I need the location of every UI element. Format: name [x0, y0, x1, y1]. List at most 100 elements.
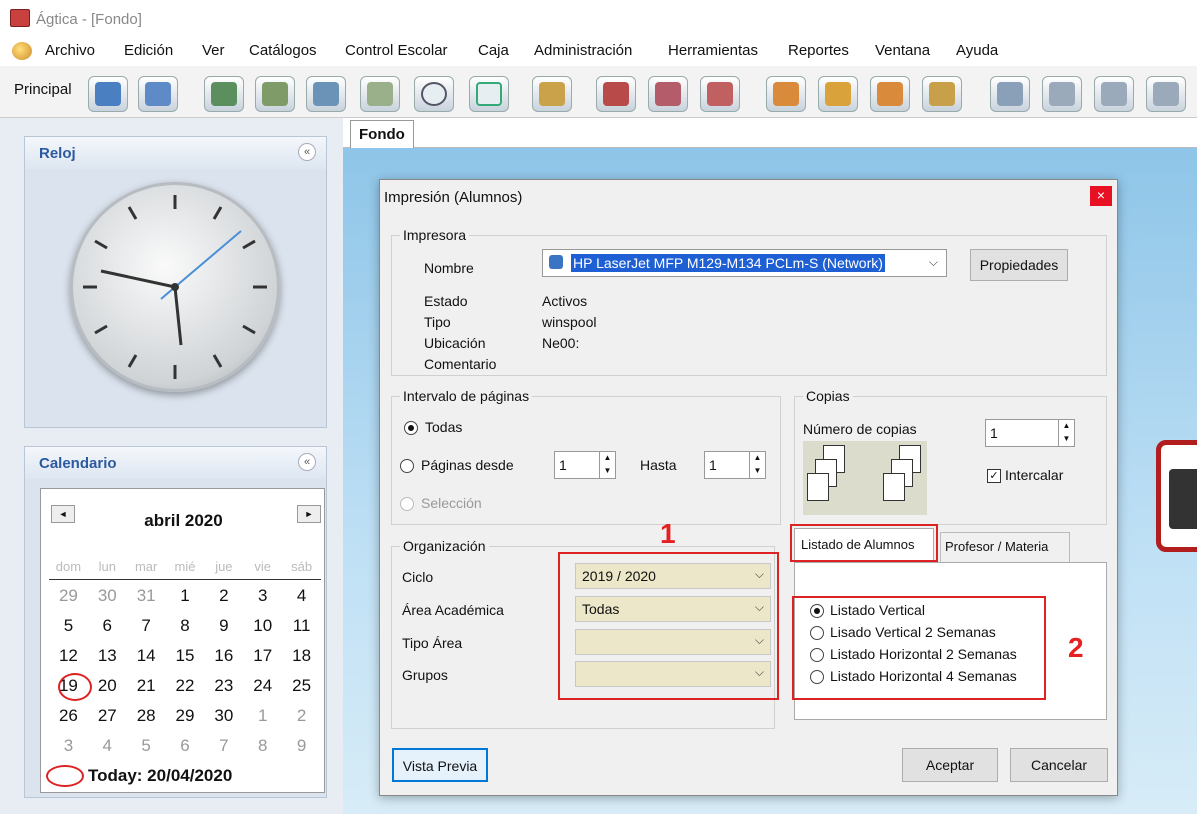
day-cell[interactable]: 9 [204, 616, 243, 646]
day-cell[interactable]: 29 [166, 706, 205, 736]
today-link[interactable]: Today: 20/04/2020 [88, 766, 232, 786]
day-cell[interactable]: 17 [243, 646, 282, 676]
menu-ventana[interactable]: Ventana [875, 42, 930, 59]
toolbar-button-9[interactable] [532, 76, 572, 112]
day-cell[interactable]: 9 [282, 736, 321, 766]
day-cell[interactable]: 3 [49, 736, 88, 766]
day-cell[interactable]: 12 [49, 646, 88, 676]
day-cell[interactable]: 16 [204, 646, 243, 676]
toolbar-button-7[interactable] [414, 76, 454, 112]
app-menu-icon[interactable] [12, 42, 32, 60]
toolbar-button-13[interactable] [766, 76, 806, 112]
toolbar-button-14[interactable] [818, 76, 858, 112]
menu-herramientas[interactable]: Herramientas [668, 42, 758, 59]
all-pages-radio[interactable] [404, 421, 418, 435]
collapse-calendar-button[interactable]: « [298, 453, 316, 471]
day-cell[interactable]: 21 [127, 676, 166, 706]
day-cell[interactable]: 24 [243, 676, 282, 706]
spin-up-icon[interactable]: ▲ [599, 452, 615, 465]
day-cell[interactable]: 7 [204, 736, 243, 766]
menu-ver[interactable]: Ver [202, 42, 225, 59]
collate-checkbox[interactable]: ✓ [987, 469, 1001, 483]
menu-reportes[interactable]: Reportes [788, 42, 849, 59]
toolbar-button-8[interactable] [469, 76, 509, 112]
menu-administracion[interactable]: Administración [534, 42, 632, 59]
toolbar-button-1[interactable] [88, 76, 128, 112]
tab-fondo[interactable]: Fondo [350, 120, 414, 148]
toolbar-button-19[interactable] [1094, 76, 1134, 112]
menu-edicion[interactable]: Edición [124, 42, 173, 59]
title-bar [0, 0, 1197, 38]
desktop-app-icon[interactable] [1156, 440, 1197, 552]
toolbar-button-20[interactable] [1146, 76, 1186, 112]
day-cell[interactable]: 26 [49, 706, 88, 736]
spin-down-icon[interactable]: ▼ [749, 465, 765, 478]
spin-up-icon[interactable]: ▲ [749, 452, 765, 465]
cancel-button[interactable]: Cancelar [1010, 748, 1108, 782]
menu-archivo[interactable]: Archivo [45, 42, 95, 59]
toolbar-button-17[interactable] [990, 76, 1030, 112]
day-cell[interactable]: 3 [243, 586, 282, 616]
day-cell[interactable]: 8 [166, 616, 205, 646]
day-cell[interactable]: 30 [204, 706, 243, 736]
printer-select[interactable]: HP LaserJet MFP M129-M134 PCLm-S (Networ… [542, 249, 947, 277]
menu-ayuda[interactable]: Ayuda [956, 42, 998, 59]
day-cell[interactable]: 30 [88, 586, 127, 616]
day-cell[interactable]: 13 [88, 646, 127, 676]
day-cell[interactable]: 2 [282, 706, 321, 736]
day-cell[interactable]: 6 [166, 736, 205, 766]
collapse-clock-button[interactable]: « [298, 143, 316, 161]
spin-up-icon[interactable]: ▲ [1058, 420, 1074, 433]
toolbar-button-6[interactable] [360, 76, 400, 112]
day-cell[interactable]: 14 [127, 646, 166, 676]
day-cell[interactable]: 31 [127, 586, 166, 616]
toolbar-button-11[interactable] [648, 76, 688, 112]
from-page-spinner[interactable]: 1 ▲ ▼ [554, 451, 616, 479]
toolbar-button-5[interactable] [306, 76, 346, 112]
menu-caja[interactable]: Caja [478, 42, 509, 59]
copies-spinner[interactable]: 1 ▲ ▼ [985, 419, 1075, 447]
day-cell[interactable]: 7 [127, 616, 166, 646]
day-cell[interactable]: 1 [166, 586, 205, 616]
properties-button[interactable]: Propiedades [970, 249, 1068, 281]
day-cell[interactable]: 4 [282, 586, 321, 616]
menu-control-escolar[interactable]: Control Escolar [345, 42, 448, 59]
day-cell[interactable]: 2 [204, 586, 243, 616]
toolbar-button-10[interactable] [596, 76, 636, 112]
pages-from-radio[interactable] [400, 459, 414, 473]
toolbar-button-4[interactable] [255, 76, 295, 112]
spin-down-icon[interactable]: ▼ [1058, 433, 1074, 446]
day-cell[interactable]: 18 [282, 646, 321, 676]
day-cell[interactable]: 25 [282, 676, 321, 706]
toolbar-button-18[interactable] [1042, 76, 1082, 112]
day-cell[interactable]: 28 [127, 706, 166, 736]
day-cell[interactable]: 5 [49, 616, 88, 646]
day-cell[interactable]: 1 [243, 706, 282, 736]
day-cell[interactable]: 15 [166, 646, 205, 676]
toolbar-button-2[interactable] [138, 76, 178, 112]
toolbar-button-12[interactable] [700, 76, 740, 112]
day-cell[interactable]: 11 [282, 616, 321, 646]
selection-radio[interactable] [400, 497, 414, 511]
accept-button[interactable]: Aceptar [902, 748, 998, 782]
print-preview-button[interactable]: Vista Previa [392, 748, 488, 782]
menu-catalogos[interactable]: Catálogos [249, 42, 317, 59]
day-cell[interactable]: 10 [243, 616, 282, 646]
day-cell[interactable]: 27 [88, 706, 127, 736]
toolbar-button-15[interactable] [870, 76, 910, 112]
day-cell[interactable]: 8 [243, 736, 282, 766]
spin-down-icon[interactable]: ▼ [599, 465, 615, 478]
day-cell[interactable]: 29 [49, 586, 88, 616]
toolbar-button-3[interactable] [204, 76, 244, 112]
day-cell[interactable]: 22 [166, 676, 205, 706]
day-cell[interactable]: 6 [88, 616, 127, 646]
at-sign-icon [476, 82, 502, 106]
day-cell[interactable]: 5 [127, 736, 166, 766]
toolbar-button-16[interactable] [922, 76, 962, 112]
day-cell[interactable]: 4 [88, 736, 127, 766]
to-page-spinner[interactable]: 1 ▲ ▼ [704, 451, 766, 479]
close-icon[interactable]: × [1090, 186, 1112, 206]
tab-profesor-materia[interactable]: Profesor / Materia [940, 532, 1070, 562]
day-cell[interactable]: 23 [204, 676, 243, 706]
day-cell-today[interactable]: 20 [88, 676, 127, 706]
